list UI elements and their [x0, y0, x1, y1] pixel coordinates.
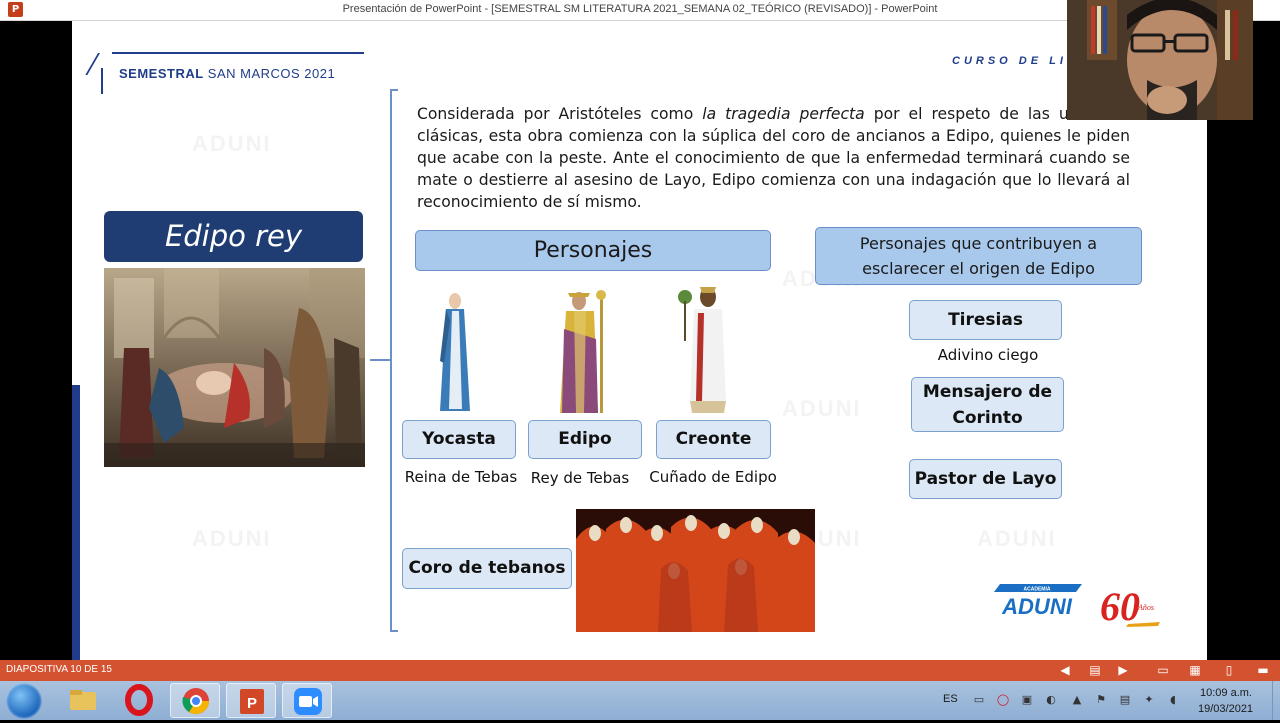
opera-icon[interactable] [114, 683, 164, 718]
tray-app-icon[interactable]: ▣ [1020, 693, 1034, 707]
aduni-logo: ACADEMIA ADUNI [992, 584, 1082, 619]
character-name: Creonte [656, 420, 771, 459]
creonte-figure [676, 283, 736, 417]
slide-title: Edipo rey [104, 211, 363, 262]
60-years-number: 60 [1100, 584, 1140, 628]
slide-sorter-icon[interactable]: ▦ [1188, 663, 1202, 677]
chorus-label: Coro de tebanos [402, 548, 572, 589]
normal-view-icon[interactable]: ▭ [1156, 663, 1170, 677]
paragraph-text: Considerada por Aristóteles como [417, 105, 703, 123]
chorus-photo [576, 509, 815, 632]
zoom-icon[interactable] [282, 683, 332, 718]
character-role: Rey de Tebas [530, 469, 630, 487]
powerpoint-taskbar-letter: P [247, 695, 257, 712]
personajes-header: Personajes [415, 230, 771, 271]
slide-counter: DIAPOSITIVA 10 DE 15 [6, 664, 112, 675]
app-tray-icon[interactable]: ✦ [1142, 693, 1156, 707]
painting-image [104, 268, 365, 467]
language-indicator[interactable]: ES [943, 693, 958, 705]
opera-tray-icon[interactable]: ◯ [996, 693, 1010, 707]
character-name: Edipo [528, 420, 642, 459]
reading-view-icon[interactable]: ▯ [1222, 663, 1236, 677]
webcam-video [1067, 0, 1253, 120]
60-years-logo: 60 Años [1098, 580, 1164, 629]
contributor-name: Tiresias [909, 300, 1062, 340]
character-role: Reina de Tebas [404, 468, 518, 486]
edipo-figure [554, 289, 614, 415]
watermark: ADUNI [192, 526, 272, 551]
aduni-logo-text: ADUNI [1001, 594, 1073, 618]
tray-app-icon[interactable]: ▭ [972, 693, 986, 707]
watermark: ADUNI [782, 396, 862, 421]
powerpoint-taskbar-icon[interactable]: P [226, 683, 276, 718]
start-button-icon[interactable] [6, 683, 42, 719]
display-tray-icon[interactable]: ▤ [1118, 693, 1132, 707]
show-desktop-button[interactable] [1272, 681, 1280, 720]
file-explorer-icon[interactable] [58, 683, 108, 718]
summary-paragraph: Considerada por Aristóteles como la trag… [417, 103, 1130, 213]
course-label: CURSO DE LIT [952, 55, 1078, 67]
previous-slide-icon[interactable]: ◀ [1058, 663, 1072, 677]
bracket [390, 630, 398, 632]
left-black-area [0, 21, 72, 660]
character-role: Cuñado de Edipo [649, 468, 777, 486]
chrome-icon[interactable] [170, 683, 220, 718]
brand-label: SEMESTRAL SAN MARCOS 2021 [119, 66, 335, 81]
slide-canvas: ADUNI ADUNI ADUNI ADUNI ADUNI ADUNI SEME… [72, 21, 1207, 660]
volume-icon[interactable]: ◖ [1166, 693, 1180, 707]
yocasta-figure [432, 291, 478, 413]
speaker-tray-icon[interactable]: ◐ [1044, 693, 1058, 707]
windows-taskbar: P ES ▭ ◯ ▣ ◐ ▲ ⚑ ▤ ✦ ◖ 10:09 a.m. 19/03/… [0, 681, 1280, 720]
contributor-name: Pastor de Layo [909, 459, 1062, 499]
clock-date[interactable]: 19/03/2021 [1198, 703, 1253, 715]
status-bar: DIAPOSITIVA 10 DE 15 ◀ ▤ ▶ ▭ ▦ ▯ ▬ [0, 660, 1280, 681]
character-name: Yocasta [402, 420, 516, 459]
slide-side-strip [72, 385, 80, 660]
60-years-anos: Años [1137, 603, 1154, 612]
next-slide-icon[interactable]: ▶ [1116, 663, 1130, 677]
watermark: ADUNI [977, 526, 1057, 551]
aduni-logo-academia: ACADEMIA [1024, 587, 1051, 593]
brand-bold: SEMESTRAL [119, 66, 204, 81]
contributors-header: Personajes que contribuyen a esclarecer … [815, 227, 1142, 285]
network-tray-icon[interactable]: ▲ [1070, 693, 1084, 707]
header-rule-diagonal [85, 53, 100, 75]
paragraph-italic: la tragedia perfecta [702, 105, 865, 123]
contributor-name: Mensajero de Corinto [911, 377, 1064, 432]
contributor-note: Adivino ciego [937, 346, 1039, 364]
bracket-connector [370, 359, 391, 361]
slide-menu-icon[interactable]: ▤ [1088, 663, 1102, 677]
flag-tray-icon[interactable]: ⚑ [1094, 693, 1108, 707]
header-rule [112, 52, 364, 54]
slideshow-icon[interactable]: ▬ [1256, 663, 1270, 677]
clock-time[interactable]: 10:09 a.m. [1200, 687, 1252, 699]
header-rule-vertical [101, 68, 103, 94]
brand-rest: SAN MARCOS 2021 [203, 66, 336, 81]
watermark: ADUNI [192, 131, 272, 156]
